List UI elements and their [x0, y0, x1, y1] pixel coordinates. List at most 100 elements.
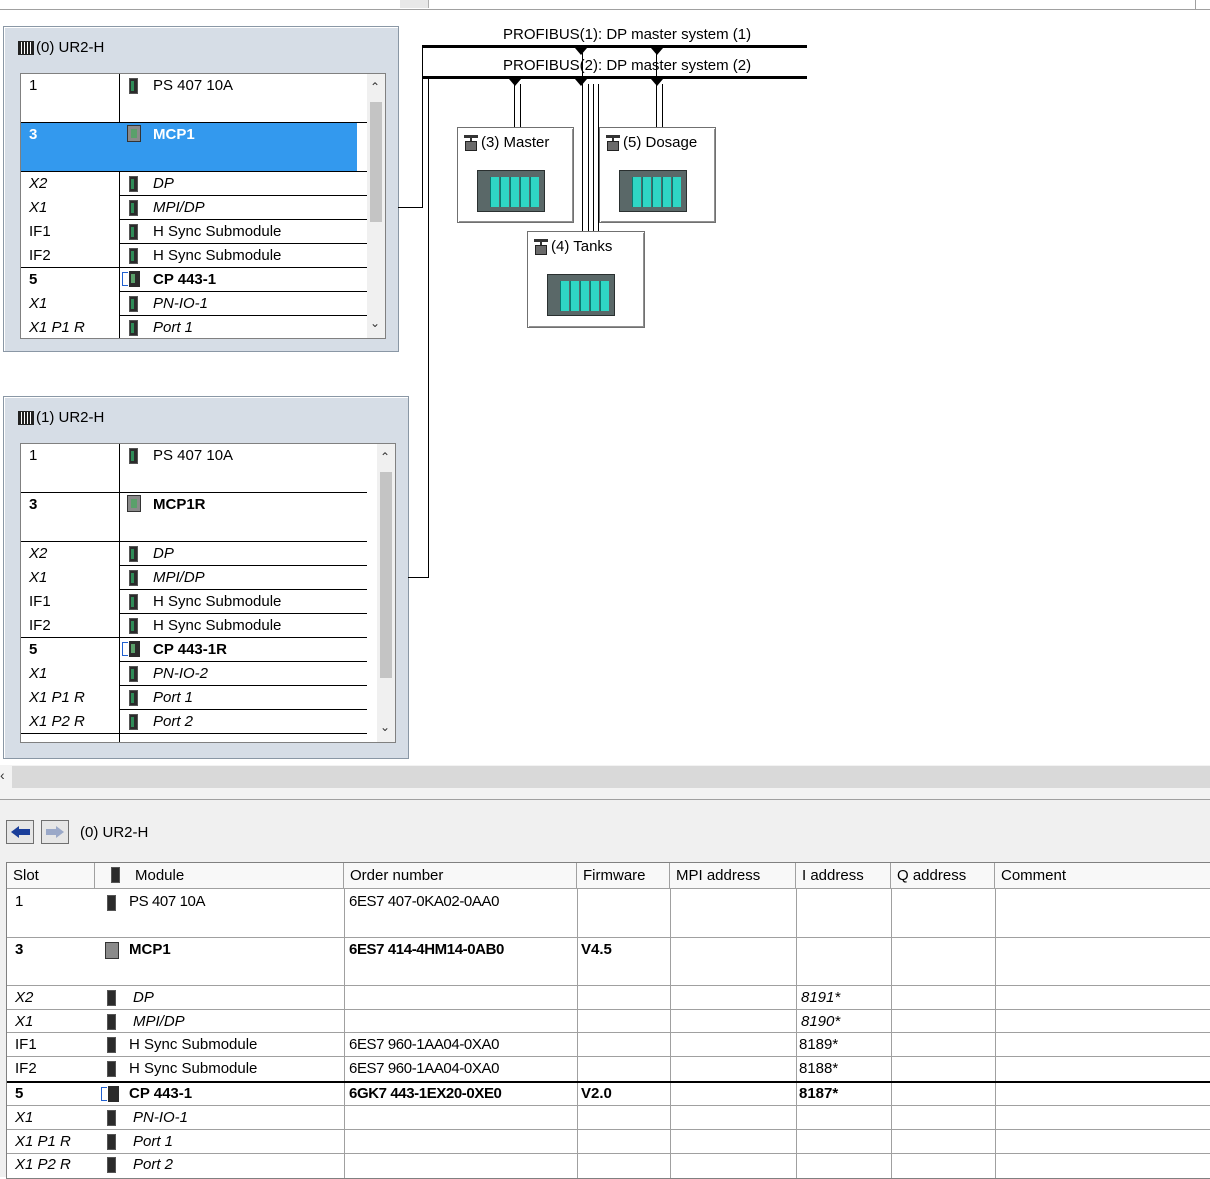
station-master[interactable]: (3) Master: [457, 127, 574, 223]
slot-label: X2: [29, 545, 48, 562]
horizontal-scrollbar[interactable]: [12, 766, 1210, 788]
rack-0-row-if1[interactable]: IF1 H Sync Submodule: [21, 220, 367, 244]
station-label: (4) Tanks: [534, 238, 612, 255]
rack-1-module-table[interactable]: 1 PS 407 10A 3 MCP1R X2 DP X1 MPI/DP IF1…: [20, 443, 396, 743]
scroll-thumb[interactable]: [370, 102, 382, 222]
power-supply-icon: [107, 895, 116, 911]
power-supply-icon: [129, 78, 138, 94]
cell-i-address: 8189*: [799, 1036, 839, 1053]
cell-module: CP 443-1: [129, 1085, 193, 1102]
port-icon: [129, 714, 138, 730]
scroll-thumb[interactable]: [380, 472, 392, 678]
rack-0-row-slot-5[interactable]: 5 CP 443-1: [21, 268, 367, 292]
row-separator: [7, 1056, 1210, 1057]
module-label: DP: [153, 545, 174, 562]
column-header-mpi-address[interactable]: MPI address: [670, 863, 796, 889]
slot-label: X1: [29, 569, 48, 586]
cell-module: MCP1: [129, 941, 171, 958]
rack-0-row-port1[interactable]: X1 P1 R Port 1: [21, 316, 367, 338]
rack-0-module-table[interactable]: 1 PS 407 10A 3 MCP1 X2 DP X1 MPI/DP IF1 …: [20, 73, 386, 339]
close-icon[interactable]: ‹: [0, 767, 5, 783]
column-header-slot[interactable]: Slot: [7, 863, 95, 889]
column-header-i-address[interactable]: I address: [796, 863, 891, 889]
cp-ethernet-icon: [122, 271, 142, 287]
profibus-1-line[interactable]: [422, 45, 807, 48]
rack-1-row-pnio[interactable]: X1 PN-IO-2: [21, 662, 367, 686]
rack-1-row-x2[interactable]: X2 DP: [21, 542, 367, 566]
cp-ethernet-icon: [101, 1086, 121, 1102]
slot-label: X1: [29, 199, 48, 216]
slot-label: X1: [29, 295, 48, 312]
column-header-order-number[interactable]: Order number: [344, 863, 577, 889]
cell-firmware: V4.5: [581, 941, 612, 958]
interface-icon: [107, 1110, 116, 1126]
station-label: (3) Master: [464, 134, 549, 151]
rack-1-row-if2[interactable]: IF2 H Sync Submodule: [21, 614, 367, 638]
column-header-module[interactable]: Module: [95, 863, 344, 889]
rack-0-window[interactable]: (0) UR2-H 1 PS 407 10A 3 MCP1 X2 DP X1 M…: [3, 26, 399, 352]
rack-0-scrollbar[interactable]: ⌃ ⌄: [367, 74, 385, 338]
module-label: CP 443-1: [153, 271, 217, 288]
slot-label: 3: [29, 126, 38, 143]
pane-splitter[interactable]: ‹: [0, 765, 1210, 800]
module-label: MCP1R: [153, 496, 206, 513]
bus-connector-icon: [651, 48, 663, 55]
slot-label: 5: [29, 641, 38, 658]
rack-1-row-port2[interactable]: X1 P2 R Port 2: [21, 710, 367, 734]
rack-0-row-x1[interactable]: X1 MPI/DP: [21, 196, 367, 220]
slot-label: 5: [29, 271, 38, 288]
rack-1-scrollbar[interactable]: ⌃ ⌄: [377, 444, 395, 742]
port-icon: [129, 690, 138, 706]
slot-label: X1 P2 R: [29, 713, 85, 730]
submodule-icon: [107, 1061, 116, 1077]
wire: [520, 84, 521, 128]
cell-i-address: 8187*: [799, 1085, 839, 1102]
rack-0-row-slot-1[interactable]: 1 PS 407 10A: [21, 74, 367, 122]
rack-0-row-pnio[interactable]: X1 PN-IO-1: [21, 292, 367, 316]
interface-icon: [129, 200, 138, 216]
column-header-q-address[interactable]: Q address: [891, 863, 995, 889]
rack-1-row-if1[interactable]: IF1 H Sync Submodule: [21, 590, 367, 614]
cell-slot: X2: [15, 989, 34, 1006]
rack-0-row-if2[interactable]: IF2 H Sync Submodule: [21, 244, 367, 268]
hardware-config-canvas[interactable]: (0) UR2-H 1 PS 407 10A 3 MCP1 X2 DP X1 M…: [0, 0, 1210, 765]
module-label: H Sync Submodule: [153, 247, 282, 264]
scroll-up-icon[interactable]: ⌃: [370, 80, 380, 94]
profibus-2-line[interactable]: [422, 76, 807, 79]
rack-image-icon: [619, 170, 687, 212]
station-dosage[interactable]: (5) Dosage: [599, 127, 716, 223]
scroll-down-icon[interactable]: ⌄: [380, 720, 390, 734]
station-tanks[interactable]: (4) Tanks: [527, 231, 645, 328]
column-divider: [344, 889, 345, 1178]
rack-1-row-port1[interactable]: X1 P1 R Port 1: [21, 686, 367, 710]
module-label: PS 407 10A: [153, 77, 234, 94]
detail-path-label: (0) UR2-H: [80, 824, 149, 841]
cell-module: Port 2: [133, 1156, 174, 1173]
forward-arrow-button[interactable]: [41, 820, 69, 844]
module-label: Port 1: [153, 689, 194, 706]
column-header-firmware[interactable]: Firmware: [577, 863, 670, 889]
wire: [422, 45, 423, 208]
rack-0-row-slot-3-selected[interactable]: 3 MCP1: [21, 123, 357, 171]
scroll-down-icon[interactable]: ⌄: [370, 316, 380, 330]
rack-1-window[interactable]: (1) UR2-H 1 PS 407 10A 3 MCP1R X2 DP X1 …: [3, 396, 409, 759]
scroll-up-icon[interactable]: ⌃: [380, 450, 390, 464]
rack-1-row-x1[interactable]: X1 MPI/DP: [21, 566, 367, 590]
cell-slot: X1: [15, 1013, 34, 1030]
port-icon: [107, 1157, 116, 1173]
bus-connector-icon: [575, 48, 587, 55]
rack-1-row-slot-1[interactable]: 1 PS 407 10A: [21, 444, 367, 492]
cell-i-address: 8191*: [801, 989, 841, 1006]
rack-1-row-slot-3[interactable]: 3 MCP1R: [21, 493, 367, 541]
rack-1-row-slot-5[interactable]: 5 CP 443-1R: [21, 638, 367, 662]
rack-0-row-x2[interactable]: X2 DP: [21, 172, 367, 196]
back-arrow-button[interactable]: [6, 820, 34, 844]
row-separator: [7, 1105, 1210, 1106]
rack-icon: [18, 40, 34, 55]
cell-slot: X1: [15, 1109, 34, 1126]
bus-connector-icon: [575, 79, 587, 86]
module-label: CP 443-1R: [153, 641, 227, 658]
module-detail-table[interactable]: Slot Module Order number Firmware MPI ad…: [6, 862, 1210, 1179]
wire: [662, 84, 663, 128]
column-header-comment[interactable]: Comment: [995, 863, 1210, 889]
